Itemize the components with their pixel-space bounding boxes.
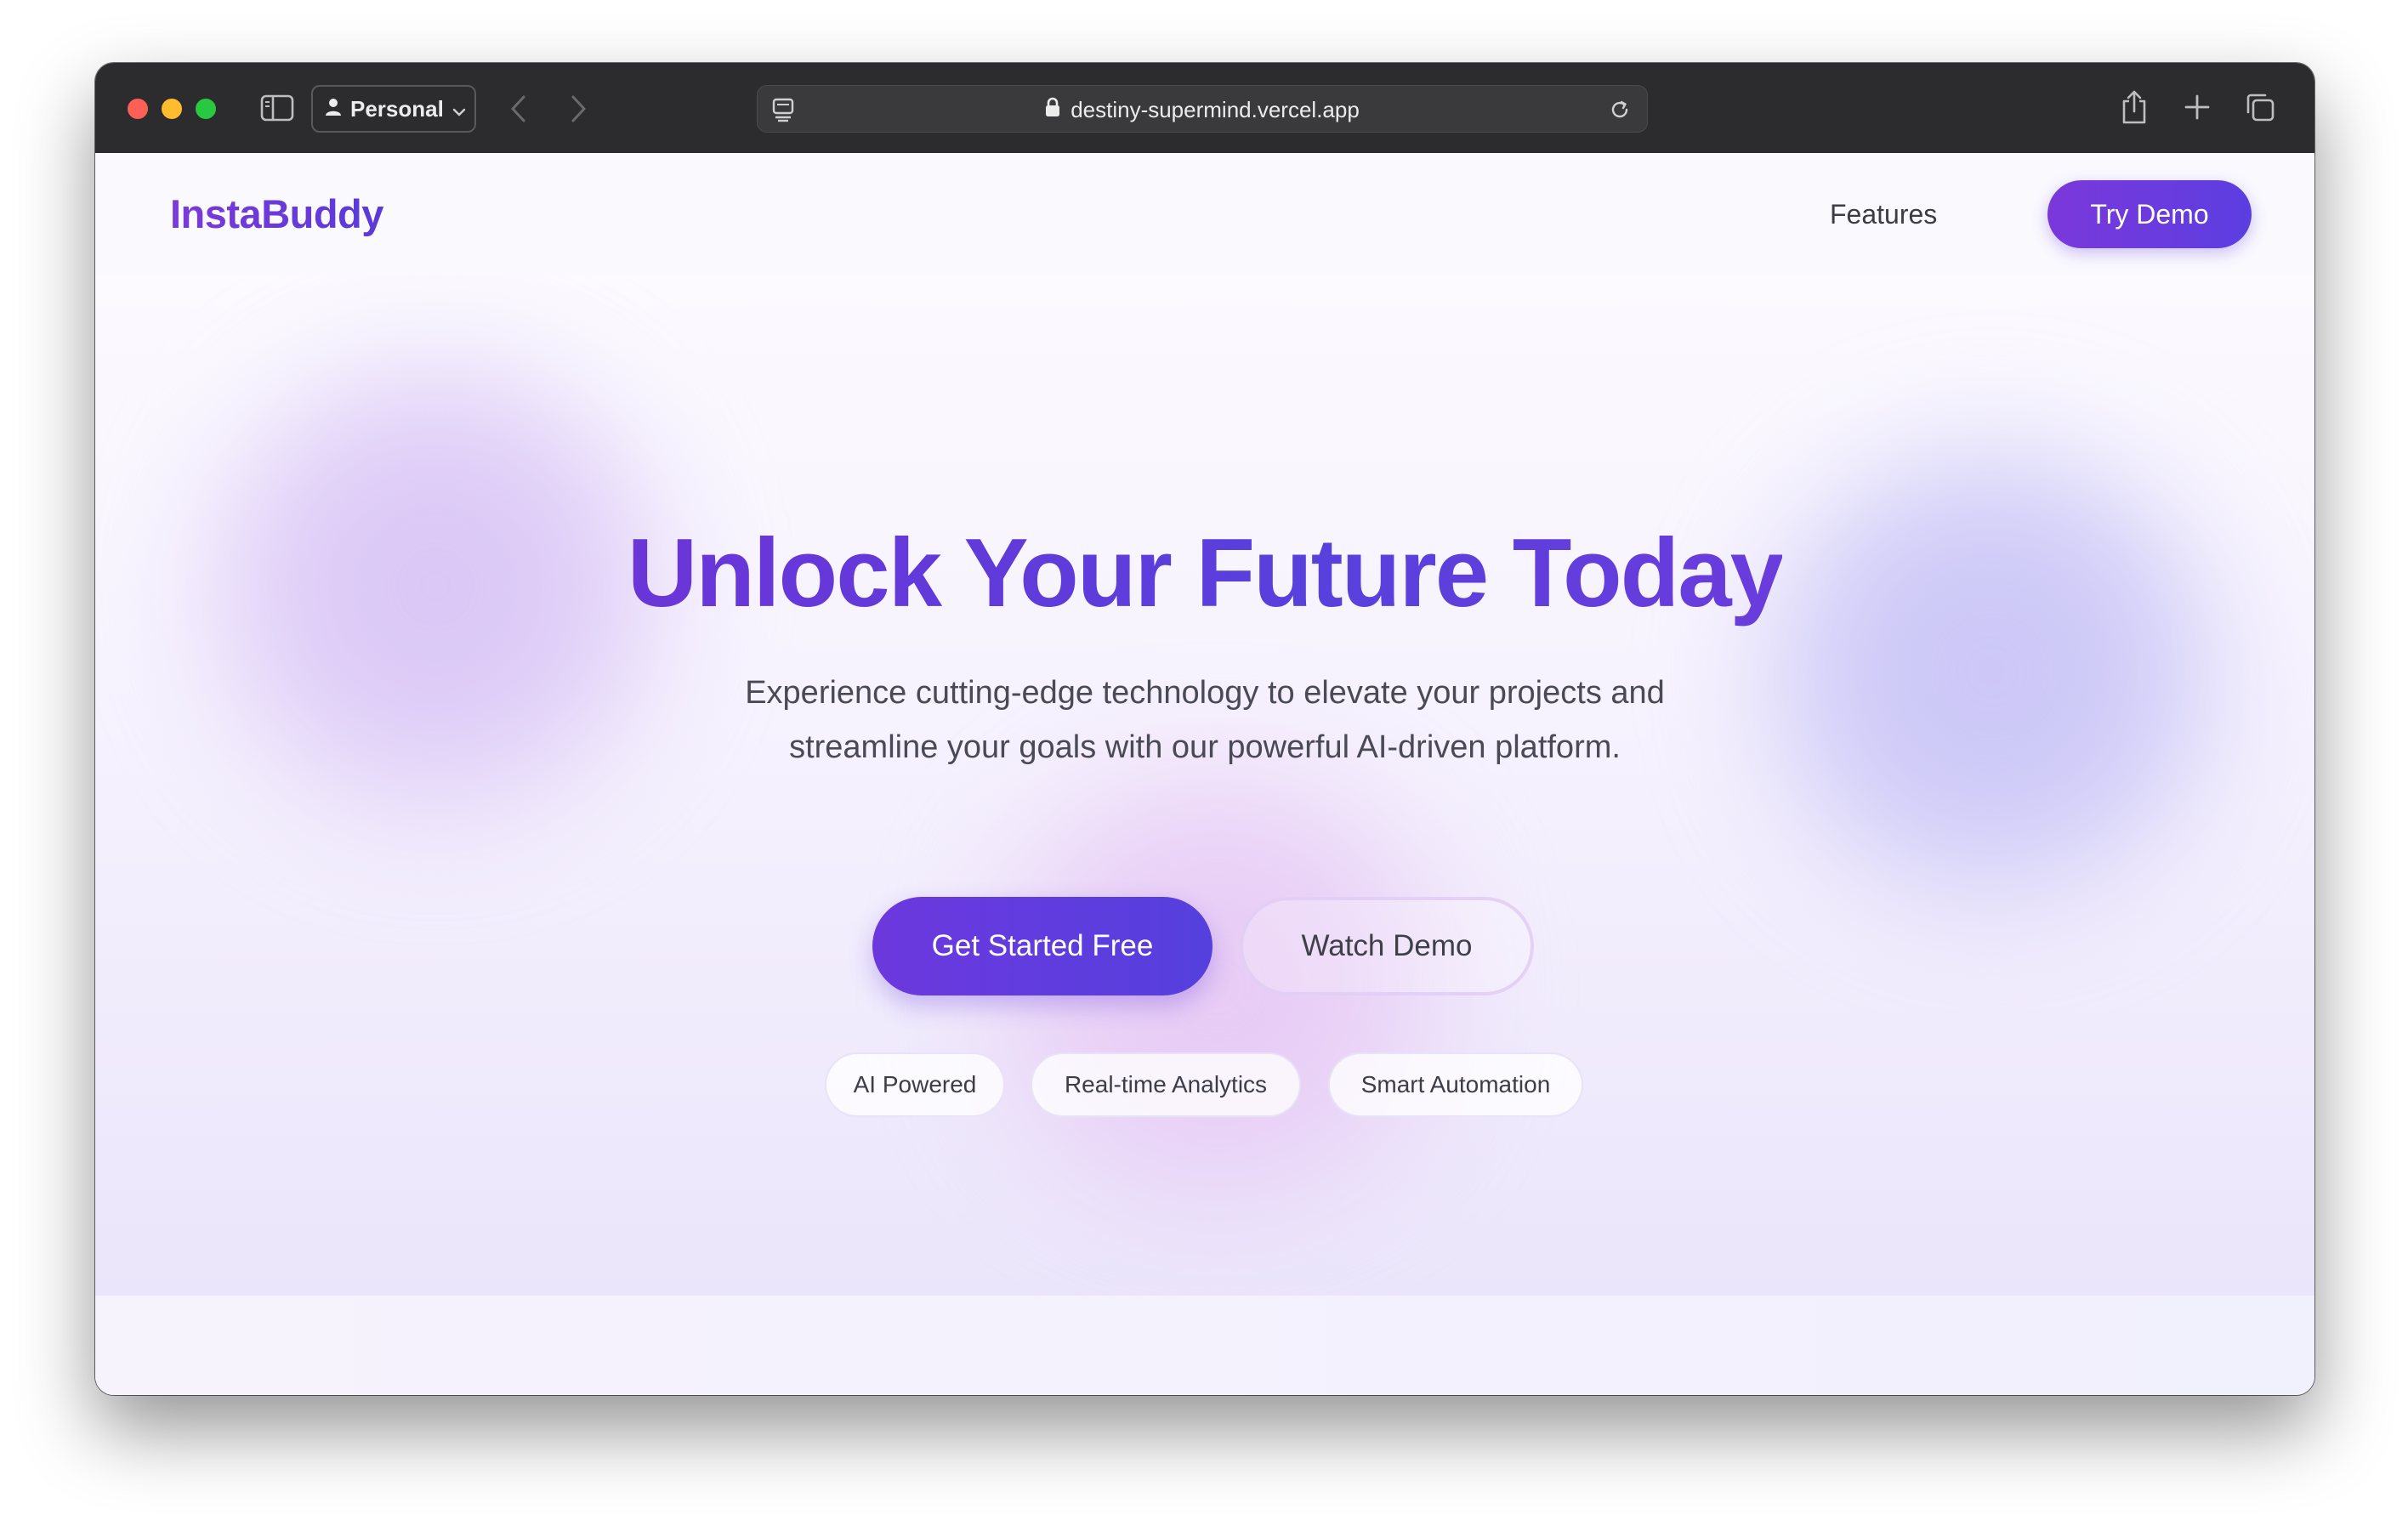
share-icon[interactable]	[2117, 88, 2151, 126]
site-navbar: InstaBuddy Features Try Demo	[95, 153, 2314, 275]
feature-chip: Smart Automation	[1328, 1052, 1583, 1117]
hero-title: Unlock Your Future Today	[95, 519, 2314, 629]
chevron-down-icon	[452, 96, 466, 122]
close-window-button[interactable]	[128, 99, 148, 119]
try-demo-button[interactable]: Try Demo	[2047, 180, 2252, 248]
url-text: destiny-supermind.vercel.app	[1071, 96, 1360, 122]
reload-icon[interactable]	[1604, 94, 1635, 125]
page-viewport: InstaBuddy Features Try Demo Unlock Your…	[95, 153, 2314, 1395]
hero-subtitle-line: Experience cutting-edge technology to el…	[745, 675, 1665, 711]
minimize-window-button[interactable]	[162, 99, 182, 119]
get-started-button[interactable]: Get Started Free	[872, 897, 1213, 995]
browser-window: Personal destiny-supermind.vercel.app In…	[95, 63, 2314, 1395]
feature-chip: AI Powered	[825, 1052, 1005, 1117]
next-section	[95, 1296, 2314, 1395]
browser-titlebar: Personal destiny-supermind.vercel.app	[95, 63, 2314, 154]
site-logo[interactable]: InstaBuddy	[170, 189, 383, 240]
hero-title-text: Unlock Your Future Today	[627, 519, 1784, 627]
zoom-window-button[interactable]	[196, 99, 216, 119]
lock-icon	[1045, 97, 1060, 123]
tabs-overview-icon[interactable]	[2243, 90, 2277, 124]
hero-section: InstaBuddy Features Try Demo Unlock Your…	[95, 153, 2314, 1296]
address-bar[interactable]: destiny-supermind.vercel.app	[757, 85, 1648, 133]
forward-arrow-icon[interactable]	[561, 92, 595, 126]
hero-subtitle-line: streamline your goals with our powerful …	[789, 729, 1621, 765]
person-icon	[325, 96, 342, 122]
plus-icon[interactable]	[2180, 90, 2214, 124]
back-arrow-icon[interactable]	[502, 92, 536, 126]
sidebar-icon[interactable]	[260, 94, 294, 122]
profile-selector[interactable]: Personal	[311, 85, 476, 133]
nav-link-features[interactable]: Features	[1830, 196, 1937, 233]
hero-subtitle: Experience cutting-edge technology to el…	[95, 666, 2314, 774]
watch-demo-button[interactable]: Watch Demo	[1240, 897, 1534, 995]
feature-chip: Real-time Analytics	[1031, 1052, 1301, 1117]
profile-label: Personal	[350, 95, 444, 122]
